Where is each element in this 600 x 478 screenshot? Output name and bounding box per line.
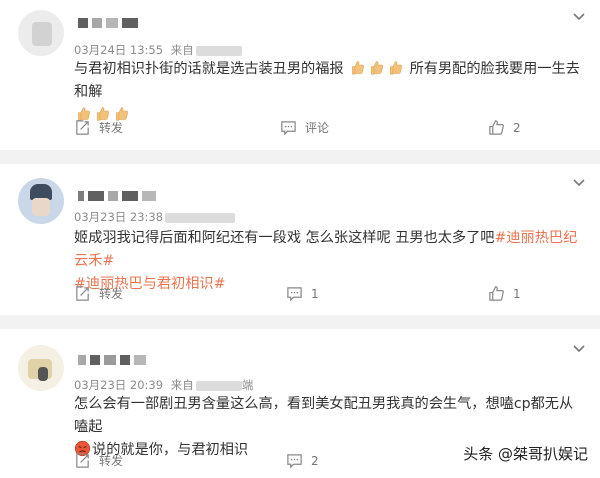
post-text-main: 姬成羽我记得后面和阿纪还有一段戏 怎么张这样呢 丑男也太多了吧 [74, 230, 495, 246]
avatar[interactable] [18, 10, 64, 56]
post-meta: 03月23日 20:39 来自 端 [74, 377, 253, 393]
post-date: 03月23日 20:39 [74, 378, 164, 392]
post-source: 来自 [170, 378, 194, 392]
repost-label: 转发 [99, 287, 124, 301]
avatar[interactable] [18, 178, 64, 224]
post-card-1: 03月24日 13:55 来自 与君初相识扑街的话就是选古装丑男的福报 所有男配… [0, 0, 600, 148]
post-date: 03月23日 23:38 [74, 210, 164, 224]
post-separator [0, 150, 600, 164]
redacted-source [165, 212, 236, 223]
thumbs-up-emoji [352, 61, 364, 75]
username-redacted[interactable] [78, 354, 146, 366]
comment-icon [287, 454, 302, 469]
like-icon [489, 286, 504, 301]
like-icon [489, 120, 504, 135]
comment-count: 1 [311, 286, 319, 301]
post-text: 与君初相识扑街的话就是选古装丑男的福报 所有男配的脸我要用一生去和解 [74, 58, 582, 127]
post-card-2: 03月23日 23:38 姬成羽我记得后面和阿纪还有一段戏 怎么张这样呢 丑男也… [0, 164, 600, 312]
post-actions: 转发 1 1 [0, 285, 600, 307]
thumbs-up-emoji [390, 61, 402, 75]
post-separator [0, 315, 600, 329]
post-source-end: 端 [241, 378, 254, 392]
repost-icon [76, 453, 89, 468]
post-actions: 转发 评论 2 [0, 119, 600, 141]
watermark: 头条 @桀哥扒娱记 [463, 445, 588, 463]
post-text-main: 怎么会有一部剧丑男含量这么高，看到美女配丑男我真的会生气，想嗑cp都无从嗑起 [74, 396, 574, 435]
post-source: 来自 [170, 43, 194, 57]
like-count: 2 [513, 120, 521, 135]
comment-button[interactable]: 评论 [280, 119, 329, 136]
repost-label: 转发 [99, 454, 124, 468]
repost-button[interactable]: 转发 [74, 285, 123, 302]
repost-icon [76, 286, 89, 301]
repost-icon [76, 120, 89, 135]
username-redacted[interactable] [78, 190, 156, 202]
post-text-part1: 与君初相识扑街的话就是选古装丑男的福报 [74, 61, 344, 77]
comment-count: 2 [311, 453, 319, 468]
redacted-source [195, 45, 242, 56]
post-card-3: 03月23日 20:39 来自 端 怎么会有一部剧丑男含量这么高，看到美女配丑男我… [0, 329, 600, 478]
post-meta: 03月23日 23:38 [74, 209, 236, 225]
redacted-source [195, 380, 242, 391]
chevron-down-icon[interactable] [572, 9, 586, 23]
repost-label: 转发 [99, 121, 124, 135]
like-button[interactable]: 2 [488, 119, 521, 136]
chevron-down-icon[interactable] [572, 175, 586, 189]
comment-button[interactable]: 2 [286, 452, 319, 469]
comment-label: 评论 [305, 121, 330, 135]
avatar[interactable] [18, 345, 64, 391]
username-redacted[interactable] [78, 17, 138, 29]
repost-button[interactable]: 转发 [74, 119, 123, 136]
post-date: 03月24日 13:55 [74, 43, 164, 57]
thumbs-up-emoji [371, 61, 383, 75]
comment-icon [287, 287, 302, 302]
comment-button[interactable]: 1 [286, 285, 319, 302]
repost-button[interactable]: 转发 [74, 452, 123, 469]
comment-icon [281, 121, 296, 136]
post-meta: 03月24日 13:55 来自 [74, 42, 242, 58]
chevron-down-icon[interactable] [572, 341, 586, 355]
like-button[interactable]: 1 [488, 285, 521, 302]
like-count: 1 [513, 286, 521, 301]
